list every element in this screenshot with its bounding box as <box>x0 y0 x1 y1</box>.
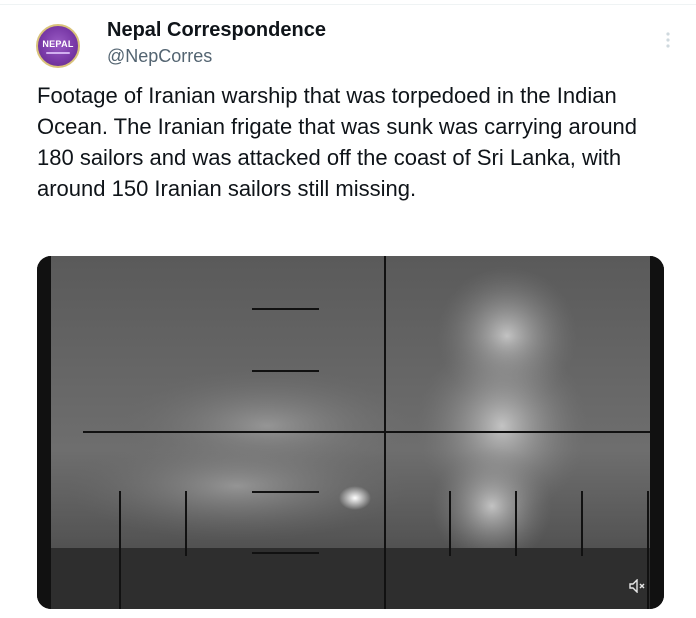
top-divider <box>0 4 696 5</box>
avatar[interactable]: NEPAL <box>36 24 80 68</box>
avatar-logo-underline <box>46 51 70 54</box>
author-display-name[interactable]: Nepal Correspondence <box>107 18 326 42</box>
more-options-button[interactable] <box>660 32 676 48</box>
video-player[interactable] <box>37 256 664 609</box>
video-frame <box>37 256 664 609</box>
avatar-logo-text: NEPAL <box>42 38 74 49</box>
author-handle[interactable]: @NepCorres <box>107 45 212 67</box>
speaker-muted-icon[interactable] <box>628 576 648 596</box>
tweet-text: Footage of Iranian warship that was torp… <box>37 83 644 201</box>
more-vertical-icon <box>666 32 670 48</box>
